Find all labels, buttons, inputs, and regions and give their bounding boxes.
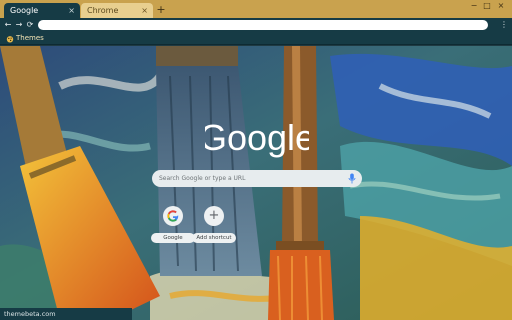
shortcut-icon-circle: [163, 206, 183, 226]
tab-title: Google: [10, 6, 39, 15]
maximize-button[interactable]: □: [482, 1, 492, 11]
themes-folder-icon: [6, 35, 14, 42]
tab-chrome[interactable]: Chrome ×: [81, 3, 153, 18]
menu-button[interactable]: ⋮: [500, 19, 508, 31]
google-g-icon: [167, 210, 179, 222]
theme-credit[interactable]: themebeta.com: [0, 308, 132, 320]
back-button[interactable]: ←: [3, 19, 13, 31]
google-logo: Google: [205, 117, 309, 158]
add-shortcut-button[interactable]: + Add shortcut: [192, 206, 236, 244]
forward-button[interactable]: →: [14, 19, 24, 31]
plus-icon: +: [208, 208, 220, 223]
minimize-button[interactable]: −: [469, 1, 479, 11]
shortcut-label: Google: [151, 233, 195, 243]
shortcut-google[interactable]: Google: [151, 206, 195, 244]
search-box[interactable]: Search Google or type a URL: [152, 170, 362, 187]
tab-close-icon[interactable]: ×: [141, 3, 148, 18]
close-window-button[interactable]: ×: [496, 1, 506, 11]
shortcut-icon-circle: +: [204, 206, 224, 226]
tab-close-icon[interactable]: ×: [68, 3, 75, 18]
tab-title: Chrome: [87, 6, 119, 15]
bookmark-label: Themes: [16, 34, 44, 42]
toolbar: ← → ⟳ ⋮: [0, 18, 512, 32]
bookmark-themes[interactable]: Themes: [6, 33, 44, 44]
reload-button[interactable]: ⟳: [25, 19, 35, 31]
new-tab-page: Google Search Google or type a URL Googl…: [0, 46, 512, 320]
search-placeholder: Search Google or type a URL: [159, 175, 246, 182]
new-tab-button[interactable]: +: [156, 4, 166, 16]
google-logo-text: Google: [205, 117, 309, 158]
bookmarks-bar: Themes: [0, 32, 512, 45]
address-bar[interactable]: [38, 20, 488, 30]
shortcut-label: Add shortcut: [192, 233, 236, 243]
microphone-icon[interactable]: [348, 173, 356, 184]
tab-strip: Google × Chrome × + − □ ×: [0, 0, 512, 18]
tab-google[interactable]: Google ×: [4, 3, 80, 18]
